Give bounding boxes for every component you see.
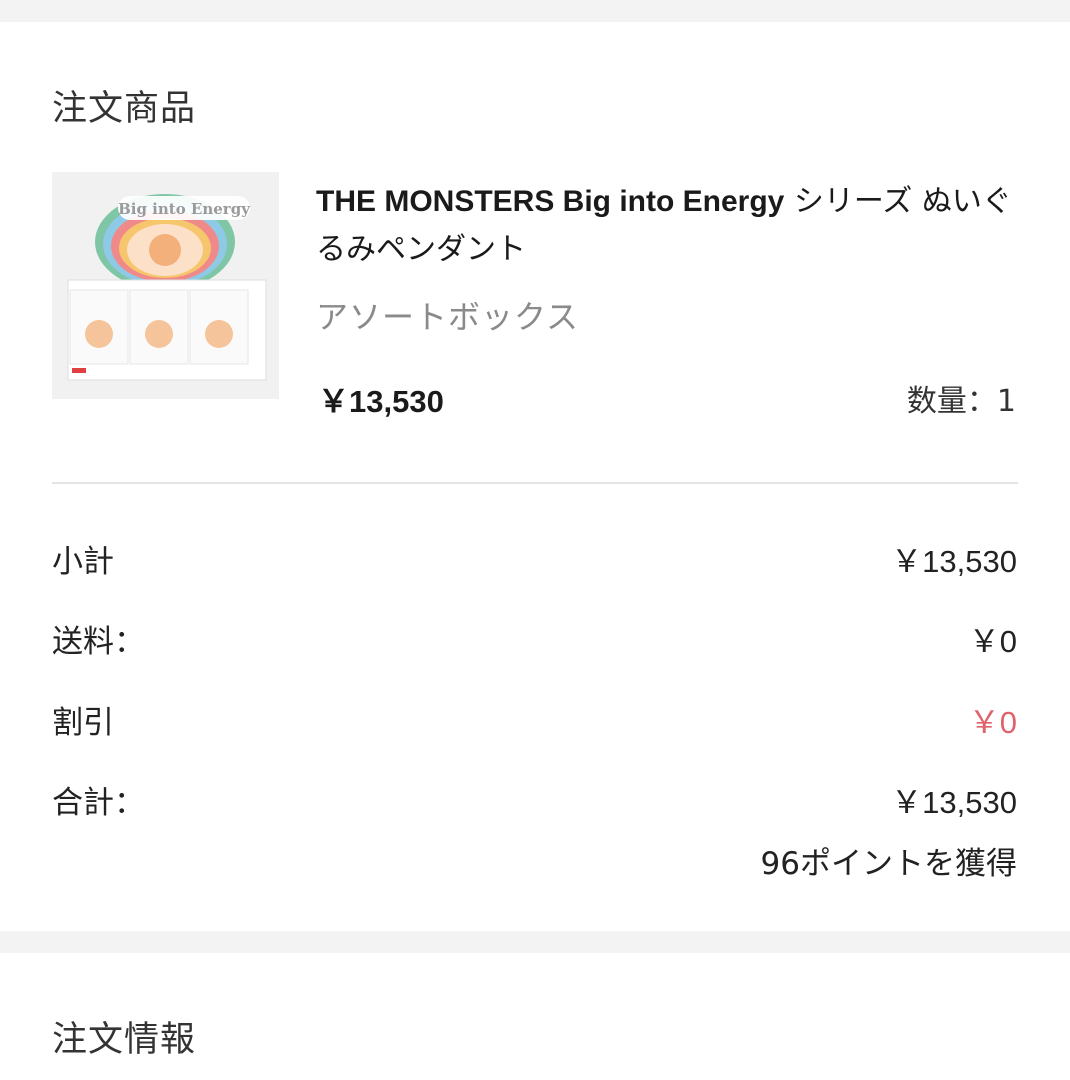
product-variant: アソートボックス xyxy=(316,298,580,336)
total-value: ￥13,530 xyxy=(891,785,1017,820)
product-image-label: Big into Energy xyxy=(118,200,251,218)
product-name[interactable]: THE MONSTERS Big into Energy シリーズ ぬいぐるみペ… xyxy=(316,178,1021,274)
product-image[interactable]: Big into Energy xyxy=(52,172,279,399)
shipping-label: 送料： xyxy=(52,624,145,660)
order-items-title: 注文商品 xyxy=(52,89,197,129)
product-quantity: 数量：1 xyxy=(907,376,1016,420)
quantity-label: 数量： xyxy=(906,384,997,419)
order-info-title: 注文情報 xyxy=(52,1020,197,1060)
divider xyxy=(52,482,1018,484)
quantity-value: 1 xyxy=(996,384,1016,419)
total-label: 合計： xyxy=(52,785,145,821)
product-box-illustration: Big into Energy xyxy=(52,172,279,399)
subtotal-label: 小計 xyxy=(52,544,114,580)
section-gap-top xyxy=(0,0,1070,22)
product-price: ￥13,530 xyxy=(318,384,444,419)
subtotal-value: ￥13,530 xyxy=(891,544,1017,579)
section-gap xyxy=(0,931,1070,953)
discount-value: ￥0 xyxy=(968,705,1017,740)
shipping-value: ￥0 xyxy=(968,624,1017,659)
discount-label: 割引 xyxy=(52,705,114,741)
points-earned: 96ポイントを獲得 xyxy=(760,846,1017,882)
product-name-en: THE MONSTERS Big into Energy xyxy=(316,185,785,218)
